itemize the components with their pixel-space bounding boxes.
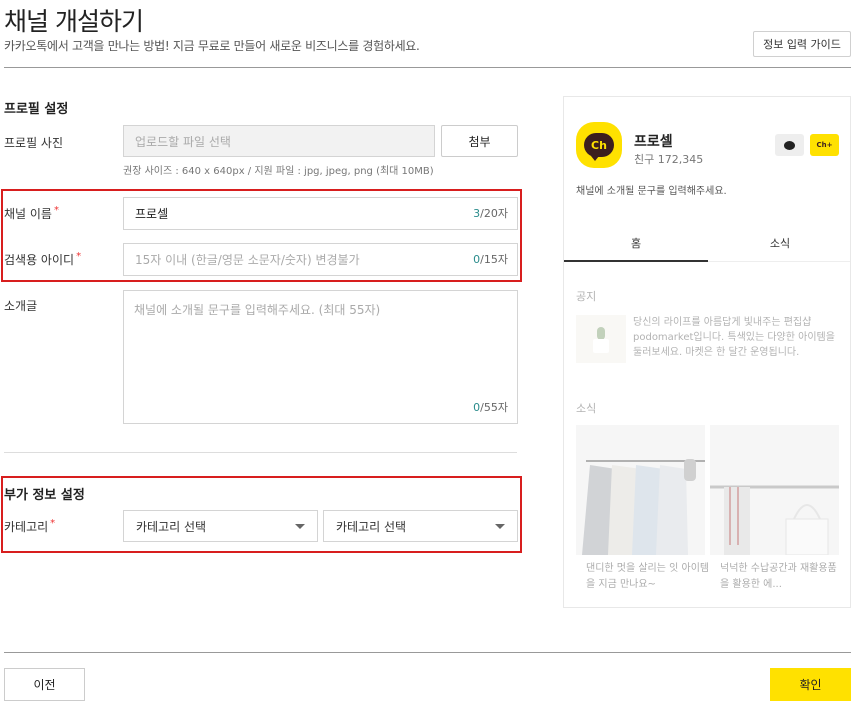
search-id-label: 검색용 아이디 * — [4, 251, 82, 267]
preview-intro: 채널에 소개될 문구를 입력해주세요. — [576, 186, 727, 197]
news-caption-2: 넉넉한 수납공간과 재활용품을 활용한 에... — [720, 563, 837, 590]
category-select-secondary[interactable]: 카테고리 선택 — [323, 510, 518, 542]
header-divider — [4, 67, 851, 68]
profile-photo-file-input[interactable]: 업로드할 파일 선택 — [123, 125, 435, 157]
chevron-down-icon — [295, 524, 305, 529]
news-caption-1: 댄디한 멋을 살리는 잇 아이템을 지금 만나요~ — [586, 563, 710, 590]
category-select-secondary-value: 카테고리 선택 — [336, 519, 407, 534]
confirm-button[interactable]: 확인 — [770, 668, 851, 701]
prev-button[interactable]: 이전 — [4, 668, 85, 701]
preview-news-title: 소식 — [576, 402, 597, 415]
search-id-counter: 0/15자 — [473, 253, 508, 266]
intro-counter: 0/55자 — [473, 401, 508, 414]
intro-placeholder: 채널에 소개될 문구를 입력해주세요. (최대 55자) — [134, 303, 381, 317]
page-subtitle: 카카오톡에서 고객을 만나는 방법! 지금 무료로 만들어 새로운 비즈니스를 … — [4, 39, 420, 53]
photo-hint: 권장 사이즈 : 640 x 640px / 지원 파일 : jpg, jpeg… — [123, 166, 434, 177]
channel-name-value: 프로셀 — [135, 207, 169, 221]
preview-tab-active-indicator — [564, 260, 708, 262]
profile-section-title: 프로필 설정 — [4, 102, 69, 117]
attach-button[interactable]: 첨부 — [441, 125, 518, 157]
preview-notice-title: 공지 — [576, 290, 597, 303]
channel-logo-text: Ch — [584, 133, 614, 161]
preview-channel-name: 프로셀 — [634, 134, 673, 150]
section-divider — [4, 452, 517, 453]
chat-icon — [775, 134, 804, 156]
required-mark: * — [53, 205, 59, 216]
news-image-bag — [710, 425, 839, 555]
profile-photo-label: 프로필 사진 — [4, 136, 64, 150]
preview-notice-text: 당신의 라이프를 아름답게 빛내주는 편집샵 podomarket입니다. 특색… — [633, 317, 835, 358]
intro-label: 소개글 — [4, 299, 38, 313]
search-id-placeholder: 15자 이내 (한글/영문 소문자/숫자) 변경불가 — [135, 253, 360, 267]
add-channel-icon: Ch+ — [810, 134, 839, 156]
category-select-primary-value: 카테고리 선택 — [136, 519, 207, 534]
channel-name-input[interactable]: 프로셀 3/20자 — [123, 197, 518, 230]
news-image-clothes — [576, 425, 705, 555]
channel-name-counter: 3/20자 — [473, 207, 508, 220]
footer-divider — [4, 652, 851, 653]
preview-friend-count: 친구 172,345 — [634, 153, 704, 166]
page-title: 채널 개설하기 — [4, 7, 144, 36]
preview-tab-news: 소식 — [769, 237, 791, 250]
intro-textarea[interactable]: 채널에 소개될 문구를 입력해주세요. (최대 55자) 0/55자 — [123, 290, 518, 424]
search-id-input[interactable]: 15자 이내 (한글/영문 소문자/숫자) 변경불가 0/15자 — [123, 243, 518, 276]
info-guide-button[interactable]: 정보 입력 가이드 — [753, 31, 851, 57]
channel-preview: Ch 프로셀 친구 172,345 Ch+ 채널에 소개될 문구를 입력해주세요… — [563, 96, 851, 608]
extra-section-title: 부가 정보 설정 — [4, 488, 85, 503]
preview-tab-home: 홈 — [630, 237, 642, 250]
category-select-primary[interactable]: 카테고리 선택 — [123, 510, 318, 542]
channel-name-label: 채널 이름 * — [4, 205, 59, 221]
category-label: 카테고리 * — [4, 518, 56, 534]
channel-logo: Ch — [576, 122, 622, 168]
required-mark: * — [76, 251, 82, 262]
chevron-down-icon — [495, 524, 505, 529]
required-mark: * — [50, 518, 56, 529]
notice-thumbnail — [576, 315, 626, 363]
